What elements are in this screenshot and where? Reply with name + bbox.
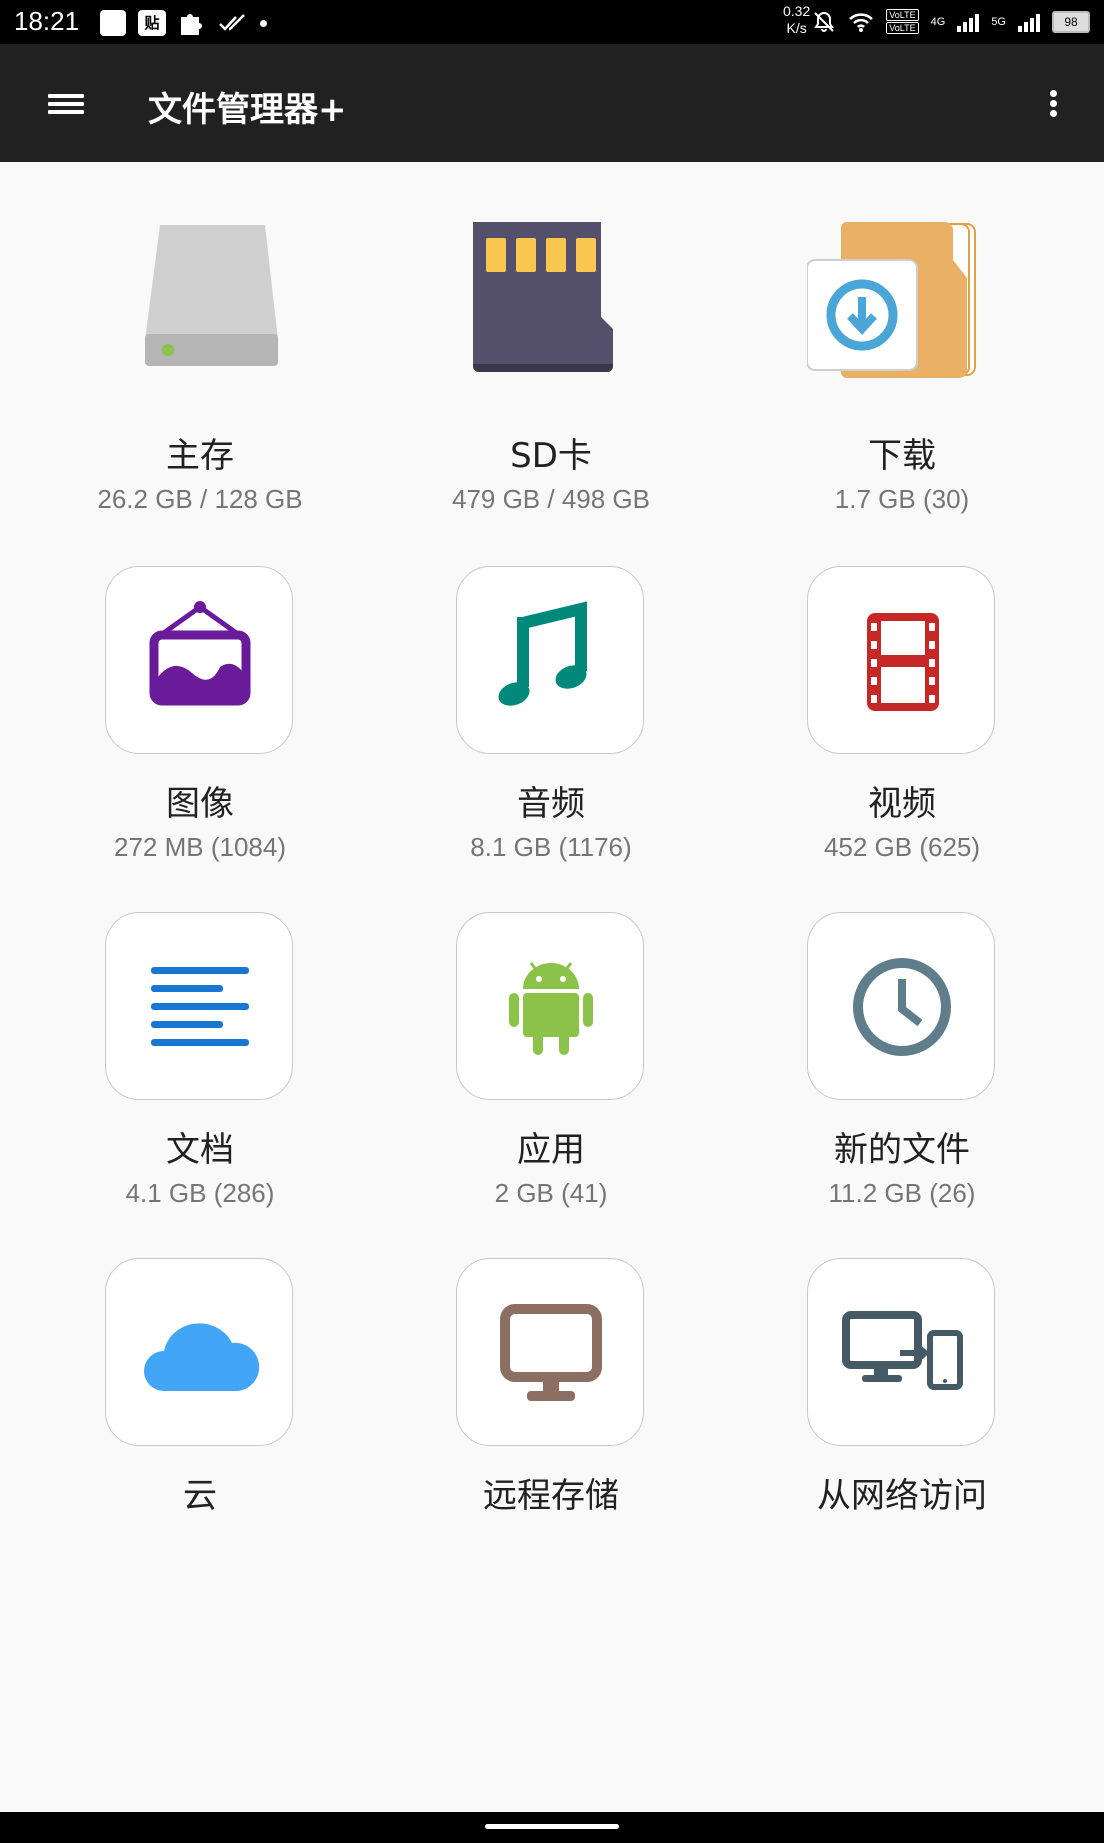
hard-drive-icon: [105, 222, 295, 412]
tile-icon-area: [456, 1258, 646, 1448]
network-speed: 0.32 K/s: [783, 3, 810, 37]
mute-bell-icon: [814, 11, 835, 32]
battery-icon: 98: [1052, 10, 1090, 33]
image-icon: [105, 566, 293, 754]
network-speed-unit: K/s: [786, 20, 807, 36]
film-icon: [807, 566, 995, 754]
navigation-bar: [0, 1812, 1104, 1843]
tieba-notification-icon: 贴: [138, 10, 166, 36]
tile-icon-area: [807, 912, 997, 1102]
tile-sub: 2 GB (41): [494, 1178, 608, 1208]
tile-sub: 1.7 GB (30): [834, 484, 970, 514]
tile-sub: 272 MB (1084): [114, 832, 286, 862]
tile-label: 文档: [166, 1130, 234, 1170]
double-check-icon: [219, 14, 245, 31]
tile-audio[interactable]: 音频 8.1 GB (1176): [411, 566, 691, 896]
tile-icon-area: [105, 222, 295, 412]
puzzle-icon: [181, 14, 202, 35]
tile-icon-area: [105, 912, 295, 1102]
android-icon: [456, 912, 644, 1100]
monitor-icon: [456, 1258, 644, 1446]
tile-recent-files[interactable]: 新的文件 11.2 GB (26): [762, 912, 1042, 1242]
cloud-icon: [105, 1258, 293, 1446]
volte-badge-2: VoLTE: [886, 22, 919, 34]
hamburger-icon: [48, 94, 84, 98]
app-bar: 文件管理器+: [0, 44, 1104, 162]
tile-label: 音频: [517, 784, 585, 824]
app-title: 文件管理器+: [148, 90, 347, 130]
tile-label: 视频: [868, 784, 936, 824]
hamburger-icon-middle: [48, 102, 84, 106]
tile-sub: 4.1 GB (286): [125, 1178, 275, 1208]
overflow-menu-button[interactable]: [1028, 78, 1078, 128]
tile-sub: 8.1 GB (1176): [470, 832, 632, 862]
tile-apps[interactable]: 应用 2 GB (41): [411, 912, 691, 1242]
clock-icon: [807, 912, 995, 1100]
tile-label: 新的文件: [834, 1130, 970, 1170]
tile-label: 主存: [166, 436, 234, 476]
tile-icon-area: [807, 222, 997, 412]
tile-label: 应用: [517, 1130, 585, 1170]
document-lines-icon: [105, 912, 293, 1100]
tile-label: 从网络访问: [817, 1476, 987, 1516]
tile-sub: 479 GB / 498 GB: [451, 484, 650, 514]
dot-icon-2: [1050, 100, 1057, 107]
tile-sub: 452 GB (625): [823, 832, 981, 862]
volte-badge-1: VoLTE: [886, 9, 919, 21]
tile-icon-area: [456, 566, 646, 756]
status-time: 18:21: [14, 6, 80, 36]
wifi-icon: [849, 12, 874, 32]
tile-icon-area: [105, 1258, 295, 1448]
app-notification-icon: [100, 10, 126, 36]
menu-button[interactable]: [36, 79, 96, 129]
tile-video[interactable]: 视频 452 GB (625): [762, 566, 1042, 896]
tile-label: 下载: [868, 436, 936, 476]
more-notifications-dot-icon: [260, 19, 267, 27]
download-folder-icon: [807, 222, 997, 412]
sd-card-icon: [456, 222, 646, 412]
tile-downloads[interactable]: 下载 1.7 GB (30): [762, 222, 1042, 552]
tile-icon-area: [105, 566, 295, 756]
home-indicator[interactable]: [485, 1824, 619, 1829]
tile-icon-area: [807, 566, 997, 756]
tile-documents[interactable]: 文档 4.1 GB (286): [60, 912, 340, 1242]
volte-badges: VoLTE VoLTE: [886, 9, 919, 34]
hamburger-icon-bottom: [48, 110, 84, 114]
tile-main-storage[interactable]: 主存 26.2 GB / 128 GB: [60, 222, 340, 552]
tile-icon-area: [456, 912, 646, 1102]
tile-sub: 11.2 GB (26): [828, 1178, 976, 1208]
dot-icon-1: [1050, 90, 1057, 97]
tile-cloud[interactable]: 云: [60, 1258, 340, 1588]
tile-icon-area: [807, 1258, 997, 1448]
status-bar: 18:21 贴 0.32 K/s VoLTE VoLTE 4G 5G 98: [0, 0, 1104, 44]
notification-icons: 贴: [100, 9, 267, 37]
network-type-4g: 4G: [930, 15, 946, 28]
tile-label: 云: [183, 1476, 217, 1516]
dot-icon-3: [1050, 110, 1057, 117]
network-type-5g: 5G: [991, 15, 1006, 28]
tile-label: 远程存储: [483, 1476, 619, 1516]
tile-sub: 26.2 GB / 128 GB: [97, 484, 303, 514]
tile-images[interactable]: 图像 272 MB (1084): [60, 566, 340, 896]
system-status-icons: VoLTE VoLTE 4G 5G 98: [812, 9, 1090, 34]
tile-sd-card[interactable]: SD卡 479 GB / 498 GB: [411, 222, 691, 552]
signal-strength-1-icon: [957, 12, 980, 32]
tile-remote-storage[interactable]: 远程存储: [411, 1258, 691, 1588]
tile-icon-area: [456, 222, 646, 412]
network-devices-icon: [807, 1258, 995, 1446]
music-note-icon: [456, 566, 644, 754]
signal-strength-2-icon: [1018, 12, 1040, 32]
tile-network-access[interactable]: 从网络访问: [762, 1258, 1042, 1588]
network-speed-value: 0.32: [783, 3, 811, 19]
tile-label: 图像: [166, 784, 234, 824]
tile-label: SD卡: [510, 436, 592, 476]
